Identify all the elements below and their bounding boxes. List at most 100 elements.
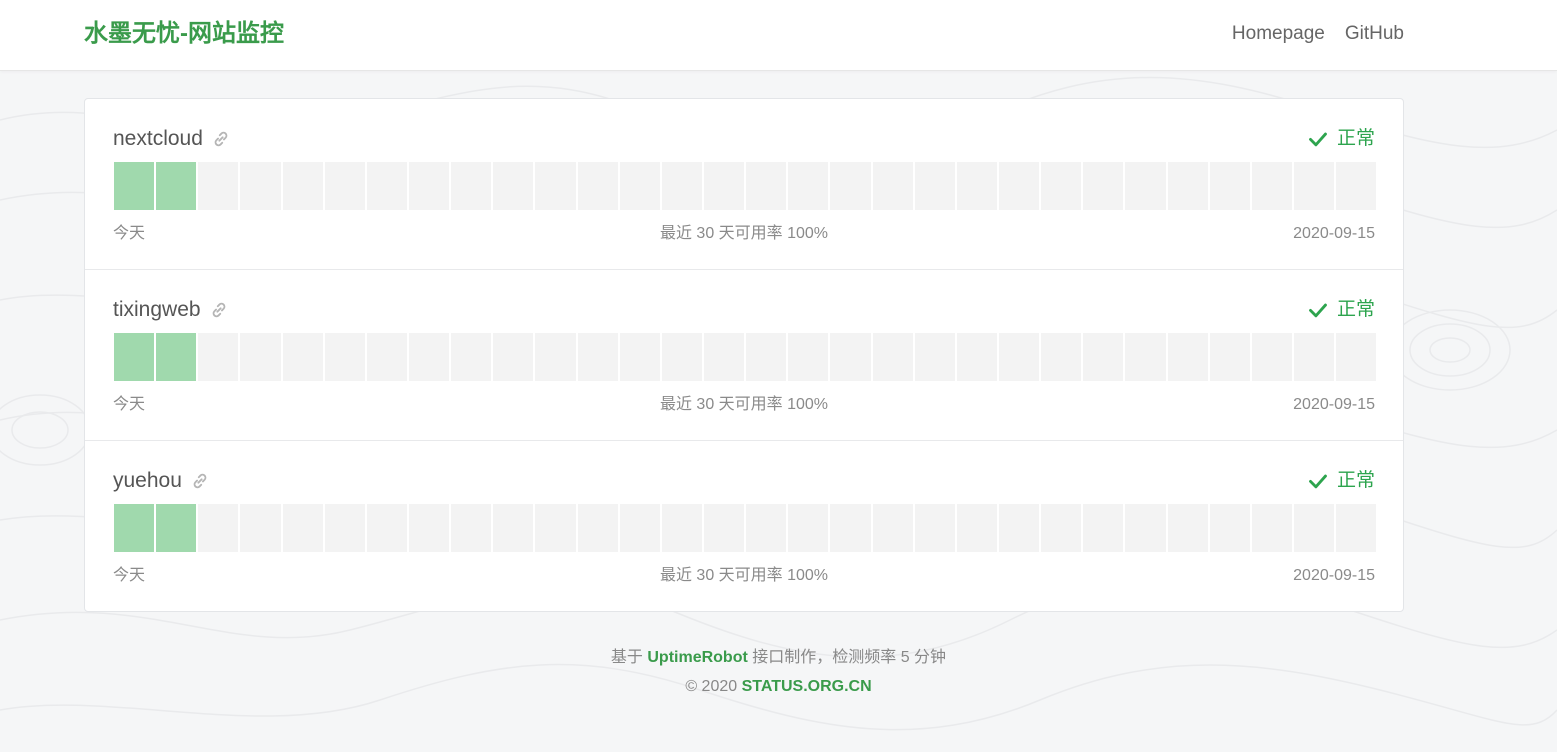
uptime-bar-empty[interactable]: [198, 162, 239, 210]
uptime-bar-empty[interactable]: [282, 333, 323, 381]
uptime-bar-empty[interactable]: [1083, 333, 1124, 381]
uptime-bar-empty[interactable]: [872, 162, 913, 210]
uptime-bar-empty[interactable]: [366, 162, 407, 210]
uptime-bar-empty[interactable]: [1083, 162, 1124, 210]
uptime-bar-empty[interactable]: [535, 162, 576, 210]
uptime-bar-empty[interactable]: [1336, 333, 1377, 381]
uptime-bar-up[interactable]: [156, 504, 197, 552]
uptime-bar-empty[interactable]: [493, 504, 534, 552]
uptime-bar-empty[interactable]: [619, 333, 660, 381]
uptime-bar-empty[interactable]: [788, 162, 829, 210]
uptime-bar-empty[interactable]: [872, 333, 913, 381]
uptime-bar-empty[interactable]: [282, 162, 323, 210]
nav-github-link[interactable]: GitHub: [1345, 22, 1404, 46]
uptime-bar-empty[interactable]: [366, 504, 407, 552]
uptime-bar-empty[interactable]: [324, 162, 365, 210]
uptime-bar-empty[interactable]: [1336, 162, 1377, 210]
uptime-bar-empty[interactable]: [956, 162, 997, 210]
uptime-bar-empty[interactable]: [703, 333, 745, 381]
uptime-bar-empty[interactable]: [619, 162, 660, 210]
uptime-bar-up[interactable]: [114, 162, 155, 210]
uptime-bar-empty[interactable]: [324, 333, 365, 381]
uptime-bar-empty[interactable]: [746, 504, 787, 552]
uptime-bar-empty[interactable]: [493, 333, 534, 381]
uptime-bar-empty[interactable]: [451, 333, 492, 381]
uptime-bar-empty[interactable]: [451, 504, 492, 552]
uptime-bar-empty[interactable]: [830, 162, 871, 210]
uptime-bar-empty[interactable]: [1251, 162, 1292, 210]
link-icon[interactable]: [211, 129, 231, 149]
uptime-bar-empty[interactable]: [956, 333, 997, 381]
uptime-bar-empty[interactable]: [240, 162, 281, 210]
uptime-bar-empty[interactable]: [282, 504, 323, 552]
uptime-bar-empty[interactable]: [1083, 504, 1124, 552]
uptime-bar-empty[interactable]: [661, 333, 702, 381]
uptime-bar-empty[interactable]: [1209, 162, 1250, 210]
uptime-bar-empty[interactable]: [1209, 333, 1250, 381]
uptime-bar-empty[interactable]: [1293, 504, 1335, 552]
uptime-bar-empty[interactable]: [830, 504, 871, 552]
link-icon[interactable]: [190, 471, 210, 491]
uptime-bar-up[interactable]: [156, 162, 197, 210]
uptime-bar-empty[interactable]: [1125, 504, 1166, 552]
uptime-bar-empty[interactable]: [577, 333, 618, 381]
uptime-bar-empty[interactable]: [703, 162, 745, 210]
uptime-bar-empty[interactable]: [1293, 162, 1335, 210]
uptime-bar-empty[interactable]: [619, 504, 660, 552]
uptime-bar-empty[interactable]: [1293, 333, 1335, 381]
uptime-bar-empty[interactable]: [788, 333, 829, 381]
uptime-bar-empty[interactable]: [324, 504, 365, 552]
uptime-bar-empty[interactable]: [1167, 504, 1208, 552]
uptime-bar-empty[interactable]: [577, 504, 618, 552]
uptime-bar-empty[interactable]: [830, 333, 871, 381]
uptime-bar-empty[interactable]: [661, 162, 702, 210]
uptime-bar-up[interactable]: [114, 504, 155, 552]
uptime-bar-empty[interactable]: [493, 162, 534, 210]
uptime-bar-empty[interactable]: [746, 162, 787, 210]
uptime-bar-empty[interactable]: [198, 504, 239, 552]
uptime-bar-empty[interactable]: [1041, 162, 1082, 210]
uptime-bar-empty[interactable]: [1041, 333, 1082, 381]
uptime-bar-empty[interactable]: [914, 162, 955, 210]
uptime-bar-empty[interactable]: [451, 162, 492, 210]
uptime-bar-empty[interactable]: [577, 162, 618, 210]
monitor-list-card: nextcloud 正常 今天 最近 30 天可用率 100% 2020-09-…: [84, 98, 1404, 612]
uptime-bar-empty[interactable]: [1167, 162, 1208, 210]
uptime-bar-empty[interactable]: [914, 333, 955, 381]
uptime-bar-empty[interactable]: [1336, 504, 1377, 552]
uptime-bar-empty[interactable]: [788, 504, 829, 552]
uptime-bar-empty[interactable]: [703, 504, 745, 552]
uptime-bar-empty[interactable]: [1251, 333, 1292, 381]
uptime-bar-up[interactable]: [114, 333, 155, 381]
site-brand[interactable]: 水墨无忧-网站监控: [84, 19, 284, 49]
uptime-bar-empty[interactable]: [366, 333, 407, 381]
uptime-bar-empty[interactable]: [1251, 504, 1292, 552]
uptime-bar-empty[interactable]: [535, 504, 576, 552]
uptime-bar-empty[interactable]: [746, 333, 787, 381]
uptime-bar-empty[interactable]: [535, 333, 576, 381]
uptime-bar-empty[interactable]: [240, 504, 281, 552]
uptimerobot-link[interactable]: UptimeRobot: [647, 649, 747, 666]
uptime-bar-empty[interactable]: [1125, 333, 1166, 381]
uptime-bar-empty[interactable]: [408, 333, 450, 381]
uptime-bar-empty[interactable]: [956, 504, 997, 552]
site-domain-link[interactable]: STATUS.ORG.CN: [742, 678, 872, 695]
uptime-bar-empty[interactable]: [914, 504, 955, 552]
uptime-bar-empty[interactable]: [1125, 162, 1166, 210]
uptime-bar-empty[interactable]: [998, 504, 1040, 552]
uptime-bar-empty[interactable]: [1209, 504, 1250, 552]
link-icon[interactable]: [209, 300, 229, 320]
uptime-bar-empty[interactable]: [1041, 504, 1082, 552]
uptime-bar-empty[interactable]: [240, 333, 281, 381]
nav-homepage-link[interactable]: Homepage: [1232, 22, 1325, 46]
uptime-bar-empty[interactable]: [408, 504, 450, 552]
uptime-bar-empty[interactable]: [998, 333, 1040, 381]
uptime-bar-empty[interactable]: [1167, 333, 1208, 381]
uptime-bar-empty[interactable]: [998, 162, 1040, 210]
check-icon: [1309, 132, 1327, 147]
uptime-bar-empty[interactable]: [198, 333, 239, 381]
uptime-bar-empty[interactable]: [408, 162, 450, 210]
uptime-bar-empty[interactable]: [872, 504, 913, 552]
uptime-bar-empty[interactable]: [661, 504, 702, 552]
uptime-bar-up[interactable]: [156, 333, 197, 381]
